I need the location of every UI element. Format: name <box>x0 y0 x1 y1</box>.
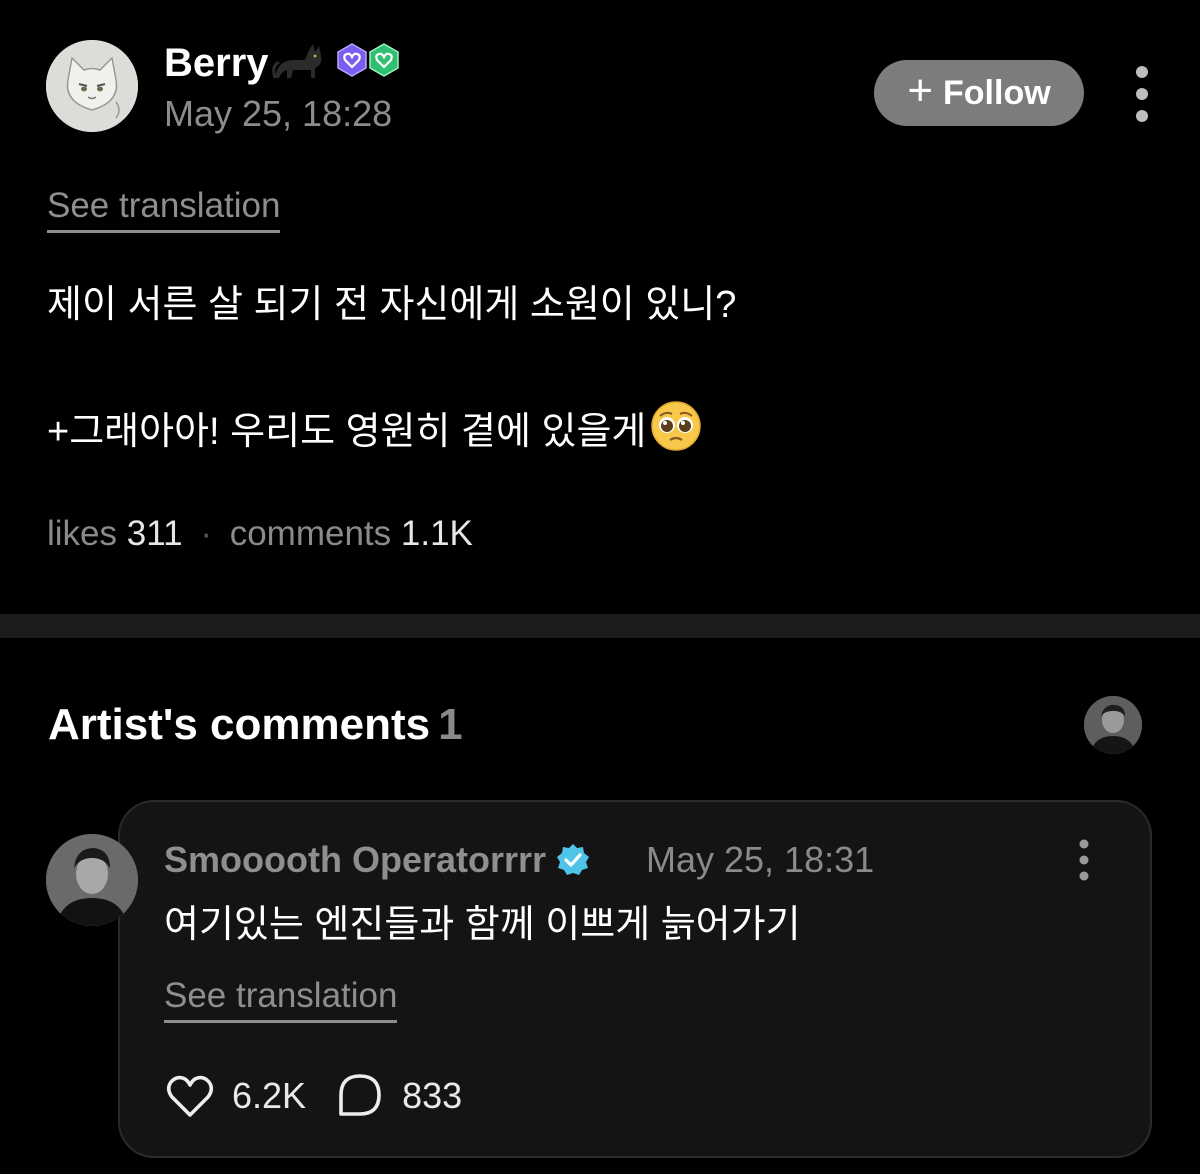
badge-heart-icons <box>337 43 399 77</box>
follow-button[interactable]: + Follow <box>874 60 1084 126</box>
artist-comments-heading: Artist's comments 1 <box>48 700 463 750</box>
comment-author-text: Smooooth Operatorrrr <box>164 839 547 880</box>
artist-comments-title: Artist's comments <box>48 700 431 749</box>
black-cat-emoji-icon <box>271 44 321 79</box>
comment-author-avatar[interactable] <box>46 834 138 926</box>
verified-check-icon <box>557 844 590 875</box>
section-divider <box>0 614 1200 638</box>
author-avatar[interactable] <box>46 40 138 132</box>
pleading-face-emoji-icon <box>651 401 702 451</box>
follow-label: Follow <box>943 73 1051 112</box>
post-body-line-1: 제이 서른 살 되기 전 자신에게 소원이 있니? <box>47 284 737 326</box>
author-name-text: Berry <box>164 41 269 85</box>
comment-like-count: 6.2K <box>232 1075 307 1116</box>
comments-count[interactable]: 1.1K <box>401 514 473 553</box>
comment-actions: 6.2K 833 <box>164 1068 490 1124</box>
post-body-line-2: +그래아아! 우리도 영원히 곁에 있을게 <box>47 400 702 457</box>
stats-separator: · <box>200 514 212 553</box>
comment-text: 여기있는 엔진들과 함께 이쁘게 늙어가기 <box>164 904 801 946</box>
comments-label: comments <box>229 514 392 553</box>
artist-portrait-icon <box>46 834 138 926</box>
post-stats: likes 311 · comments 1.1K <box>47 512 473 556</box>
heart-icon[interactable] <box>164 1070 216 1122</box>
comment-bubble-icon[interactable] <box>334 1070 386 1122</box>
comment-see-translation-link[interactable]: See translation <box>164 976 398 1023</box>
membership-badges <box>334 42 404 78</box>
author-name[interactable]: Berry <box>164 40 325 85</box>
post-body-line-2-text: +그래아아! 우리도 영원히 곁에 있을게 <box>47 411 647 453</box>
artist-portrait-icon <box>1084 696 1142 754</box>
comment-reply-count: 833 <box>402 1075 463 1116</box>
more-vertical-icon[interactable] <box>1072 838 1096 882</box>
artist-comments-count: 1 <box>438 700 463 749</box>
artist-avatar-small[interactable] <box>1084 696 1142 754</box>
comment-date: May 25, 18:31 <box>646 839 875 880</box>
post-date: May 25, 18:28 <box>164 93 393 134</box>
post-header: Berry May 25, 18:28 + Follow <box>46 40 1156 134</box>
likes-label: likes <box>47 514 118 553</box>
comment-author-name[interactable]: Smooooth Operatorrrr <box>164 838 590 882</box>
cat-drawing-avatar-icon <box>46 40 138 132</box>
see-translation-link[interactable]: See translation <box>47 186 281 233</box>
plus-icon: + <box>907 66 934 115</box>
likes-count[interactable]: 311 <box>127 514 183 553</box>
more-vertical-icon[interactable] <box>1128 64 1156 124</box>
